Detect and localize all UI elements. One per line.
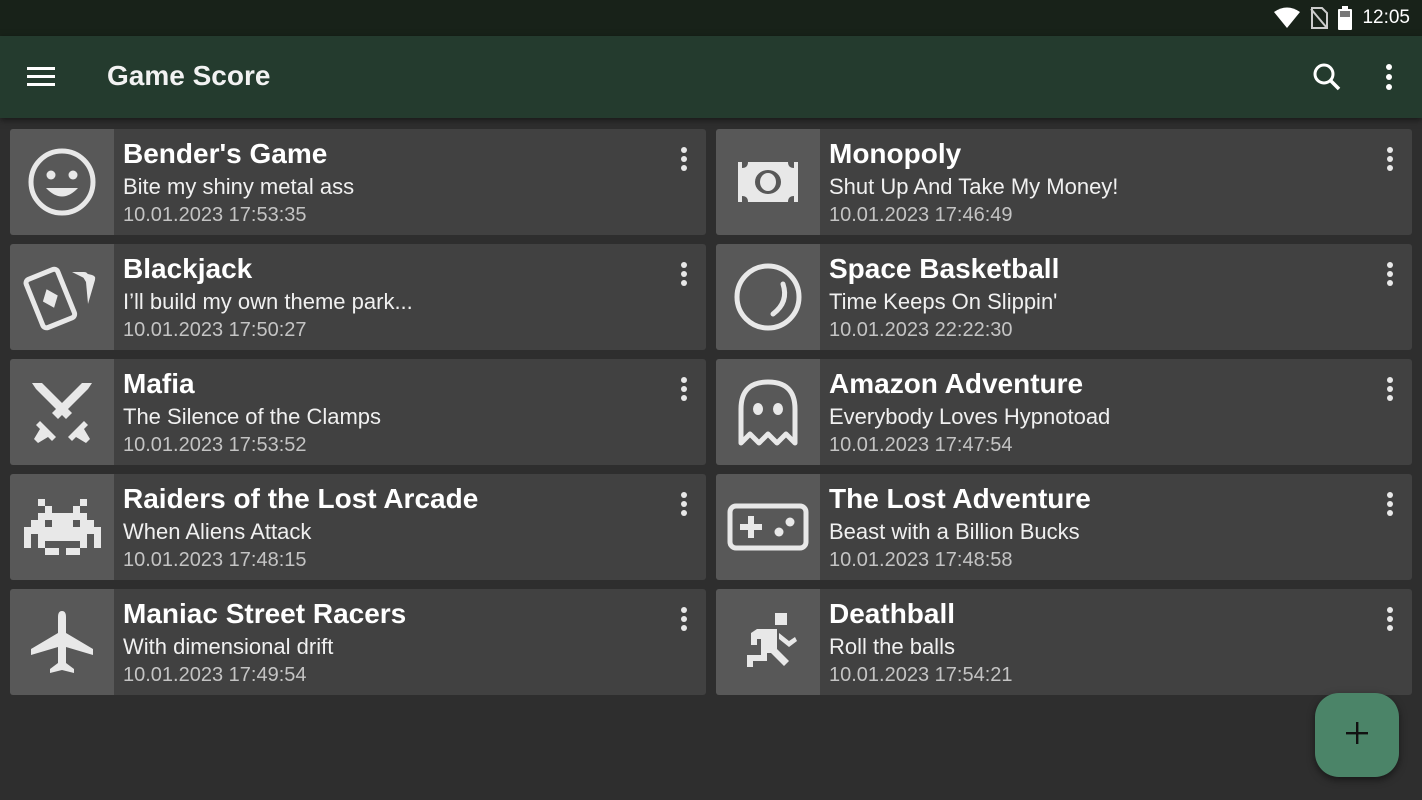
game-name: Raiders of the Lost Arcade — [123, 483, 479, 514]
cards-icon — [10, 244, 114, 350]
add-game-button[interactable] — [1315, 693, 1399, 777]
smiley-icon — [10, 129, 114, 235]
card-more-icon[interactable] — [676, 375, 692, 403]
battery-icon — [1338, 6, 1353, 30]
game-date: 10.01.2023 17:54:21 — [829, 664, 1013, 686]
clock: 12:05 — [1362, 7, 1410, 28]
game-date: 10.01.2023 17:53:52 — [123, 434, 307, 456]
app-bar: Game Score — [0, 36, 1422, 118]
game-description: With dimensional drift — [123, 634, 334, 659]
game-name: Deathball — [829, 598, 956, 629]
game-name: Amazon Adventure — [829, 368, 1084, 399]
game-description: Beast with a Billion Bucks — [829, 519, 1080, 544]
running-person-icon — [716, 589, 820, 695]
game-date: 10.01.2023 17:49:54 — [123, 664, 307, 686]
card-more-icon[interactable] — [1382, 490, 1398, 518]
game-date: 10.01.2023 17:47:54 — [829, 434, 1013, 456]
game-card[interactable]: Space Basketball Time Keeps On Slippin' … — [716, 244, 1412, 350]
game-name: Monopoly — [829, 138, 962, 169]
space-invader-icon — [10, 474, 114, 580]
card-more-icon[interactable] — [676, 260, 692, 288]
airplane-icon — [10, 589, 114, 695]
swords-icon — [10, 359, 114, 465]
game-description: The Silence of the Clamps — [123, 404, 382, 429]
game-date: 10.01.2023 17:50:27 — [123, 319, 307, 341]
search-icon[interactable] — [1311, 61, 1343, 93]
game-date: 10.01.2023 17:53:35 — [123, 204, 307, 226]
game-description: I’ll build my own theme park... — [123, 289, 413, 314]
page-title: Game Score — [107, 60, 271, 91]
game-card[interactable]: Blackjack I’ll build my own theme park..… — [10, 244, 706, 350]
game-name: Bender's Game — [123, 138, 328, 169]
card-more-icon[interactable] — [676, 490, 692, 518]
card-more-icon[interactable] — [1382, 605, 1398, 633]
menu-icon[interactable] — [25, 62, 57, 92]
card-more-icon[interactable] — [1382, 260, 1398, 288]
game-card[interactable]: Maniac Street Racers With dimensional dr… — [10, 589, 706, 695]
game-card[interactable]: Bender's Game Bite my shiny metal ass 10… — [10, 129, 706, 235]
game-name: Space Basketball — [829, 253, 1060, 284]
no-sim-icon — [1310, 7, 1329, 29]
game-card[interactable]: Raiders of the Lost Arcade When Aliens A… — [10, 474, 706, 580]
wifi-icon — [1274, 7, 1301, 29]
game-date: 10.01.2023 22:22:30 — [829, 319, 1013, 341]
plus-icon — [1345, 721, 1369, 750]
card-more-icon[interactable] — [1382, 145, 1398, 173]
game-description: Everybody Loves Hypnotoad — [829, 404, 1111, 429]
game-date: 10.01.2023 17:48:58 — [829, 549, 1013, 571]
money-icon — [716, 129, 820, 235]
game-date: 10.01.2023 17:46:49 — [829, 204, 1013, 226]
more-vert-icon[interactable] — [1377, 61, 1401, 93]
card-more-icon[interactable] — [1382, 375, 1398, 403]
game-description: When Aliens Attack — [123, 519, 312, 544]
game-card[interactable]: Amazon Adventure Everybody Loves Hypnoto… — [716, 359, 1412, 465]
game-description: Roll the balls — [829, 634, 955, 659]
game-card[interactable]: Mafia The Silence of the Clamps 10.01.20… — [10, 359, 706, 465]
ghost-icon — [716, 359, 820, 465]
game-card[interactable]: Monopoly Shut Up And Take My Money! 10.0… — [716, 129, 1412, 235]
card-more-icon[interactable] — [676, 145, 692, 173]
game-card[interactable]: Deathball Roll the balls 10.01.2023 17:5… — [716, 589, 1412, 695]
game-description: Shut Up And Take My Money! — [829, 174, 1119, 199]
gamepad-icon — [716, 474, 820, 580]
game-list: Bender's Game Bite my shiny metal ass 10… — [10, 129, 1412, 695]
ball-icon — [716, 244, 820, 350]
game-name: Maniac Street Racers — [123, 598, 407, 629]
game-name: Blackjack — [123, 253, 253, 284]
status-bar: 12:05 — [0, 0, 1422, 36]
game-date: 10.01.2023 17:48:15 — [123, 549, 307, 571]
game-name: The Lost Adventure — [829, 483, 1091, 514]
game-description: Bite my shiny metal ass — [123, 174, 355, 199]
game-name: Mafia — [123, 368, 195, 399]
card-more-icon[interactable] — [676, 605, 692, 633]
game-description: Time Keeps On Slippin' — [829, 289, 1058, 314]
game-card[interactable]: The Lost Adventure Beast with a Billion … — [716, 474, 1412, 580]
